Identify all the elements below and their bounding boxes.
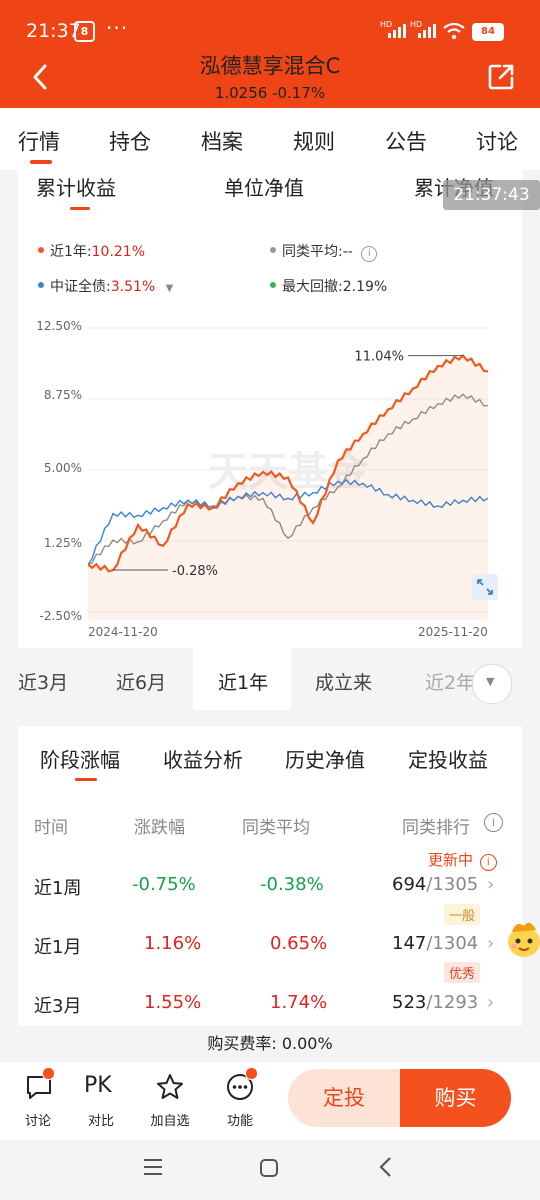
tab-market[interactable]: 行情 [18,126,60,156]
col-header-change: 涨跌幅 [134,818,185,838]
fund-area-fill [88,355,488,620]
col-header-peer-rank: 同类排行 [402,818,470,838]
row-chevron-icon[interactable]: › [487,874,494,895]
discussion-badge-dot [42,1067,55,1080]
timestamp-overlay: 21:37:43 [443,180,540,210]
stage-tab-period-return[interactable]: 阶段涨幅 [40,744,120,773]
row-chevron-icon[interactable]: › [487,933,494,954]
row-rank[interactable]: 147/1304 [392,933,478,954]
purchase-fee: 购买费率: 0.00% [207,1034,333,1053]
row-peer-avg: 0.65% [270,933,328,954]
chart-tab-indicator [70,207,90,210]
legend-drawdown: 最大回撤:2.19% [270,276,387,296]
back-nav-icon[interactable] [376,1155,396,1179]
discussion-label[interactable]: 讨论 [13,1110,63,1129]
series-layer [88,354,488,620]
active-tab-indicator [30,160,52,164]
sip-button[interactable]: 定投 [288,1069,400,1127]
status-time: 21:37 [26,20,81,42]
row-peer-avg: -0.38% [260,874,324,895]
max-annotation-label: 11.04% [354,350,404,365]
fund-title: 泓德慧享混合C [199,54,341,78]
row-change: 1.55% [144,992,202,1013]
updating-info-icon: i [479,854,497,871]
rank-info-icon[interactable]: i [484,813,503,832]
notification-badge-icon: 8 [74,21,95,42]
menu-icon[interactable] [142,1157,164,1177]
x-end-label: 2025-11-20 [418,625,488,639]
period-6m[interactable]: 近6月 [116,668,166,695]
tab-announcements[interactable]: 公告 [385,126,427,156]
rank-tag-excellent: 优秀 [444,962,481,983]
functions-label[interactable]: 功能 [215,1110,265,1129]
status-more-dots: ··· [106,16,129,40]
stage-tab-sip-return[interactable]: 定投收益 [408,744,488,773]
updating-label[interactable]: 更新中 i [428,849,497,871]
y-tick-label: 1.25% [43,536,82,550]
y-tick-label: 12.50% [36,319,82,333]
buy-button[interactable]: 购买 [400,1069,511,1127]
tab-holdings[interactable]: 持仓 [109,126,151,156]
mascot-icon[interactable] [504,914,540,966]
chart-tab-cumulative-return[interactable]: 累计收益 [36,172,116,201]
legend-drawdown-dot [270,282,276,288]
info-icon[interactable]: i [361,246,378,262]
signal-icon-2: HD [410,20,436,38]
row-peer-avg: 1.74% [270,992,328,1013]
tab-profile[interactable]: 档案 [201,126,243,156]
min-annotation-label: -0.28% [172,564,218,579]
wifi-icon [443,22,465,40]
stage-tab-history-nav[interactable]: 历史净值 [285,744,365,773]
row-period: 近1周 [34,878,82,899]
main-tabs [0,108,540,170]
row-change: 1.16% [144,933,202,954]
pk-icon[interactable]: PK [84,1073,112,1098]
fund-nav-change: 1.0256 -0.17% [214,84,326,102]
period-2y[interactable]: 近2年 [425,668,475,695]
row-period: 近3月 [34,996,82,1017]
legend-fund-dot [38,247,44,253]
functions-badge-dot [245,1067,258,1080]
y-tick-label: 8.75% [43,388,82,402]
rank-tag-average: 一般 [444,904,481,925]
dropdown-triangle-icon[interactable]: ▼ [166,283,174,294]
legend-peer-dot [270,247,276,253]
row-change: -0.75% [132,874,196,895]
stage-tab-return-analysis[interactable]: 收益分析 [163,744,243,773]
period-1y[interactable]: 近1年 [218,668,268,695]
chart-tab-unit-nav[interactable]: 单位净值 [224,172,304,201]
row-rank[interactable]: 694/1305 [392,874,478,895]
col-header-peer-avg: 同类平均 [242,818,310,838]
return-chart[interactable]: 天天基金 11.04%-0.28% [88,320,488,620]
legend-peer: 同类平均:-- i [270,241,378,262]
col-header-period: 时间 [34,818,68,838]
period-more-button[interactable]: ▼ [472,664,512,704]
share-icon[interactable] [486,62,516,92]
tab-rules[interactable]: 规则 [293,126,335,156]
home-icon[interactable] [258,1157,280,1179]
add-watchlist-label[interactable]: 加自选 [145,1110,195,1129]
period-3m[interactable]: 近3月 [18,668,68,695]
battery-icon: 84 [472,23,504,41]
compare-label[interactable]: 对比 [76,1110,126,1129]
star-icon[interactable] [155,1072,185,1102]
signal-icon: HD [380,20,406,38]
row-period: 近1月 [34,937,82,958]
tab-discussion[interactable]: 讨论 [476,126,518,156]
y-tick-label: -2.50% [39,609,82,623]
period-since-inception[interactable]: 成立来 [315,668,372,695]
expand-icon[interactable] [472,574,498,600]
legend-fund: 近1年:10.21% [38,241,145,261]
row-rank[interactable]: 523/1293 [392,992,478,1013]
chevron-down-icon: ▼ [486,675,495,688]
legend-index[interactable]: 中证全债:3.51% ▼ [38,276,173,296]
y-tick-label: 5.00% [43,461,82,475]
row-chevron-icon[interactable]: › [487,992,494,1013]
stage-tab-indicator [75,778,97,781]
x-start-label: 2024-11-20 [88,625,158,639]
legend-index-dot [38,282,44,288]
